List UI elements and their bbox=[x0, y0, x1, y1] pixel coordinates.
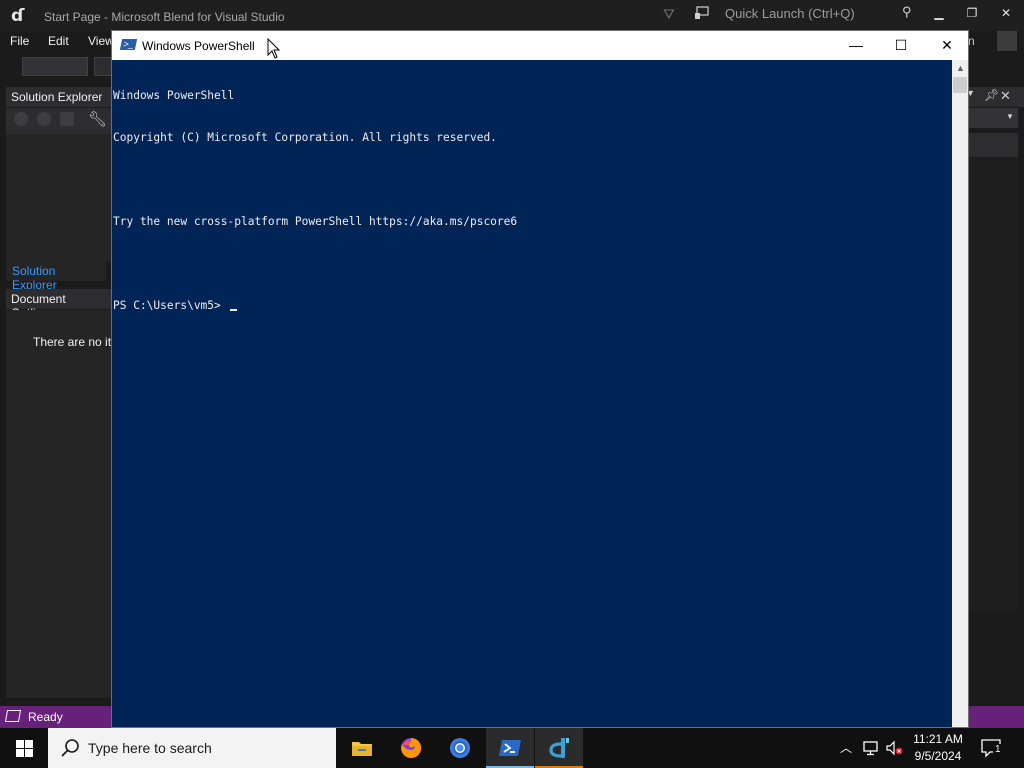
notification-count-badge: 1 bbox=[993, 744, 1003, 755]
chrome-icon bbox=[450, 738, 470, 758]
powershell-icon[interactable]: >_ bbox=[119, 39, 138, 50]
minimize-button[interactable]: — bbox=[833, 35, 879, 57]
network-icon[interactable] bbox=[862, 740, 880, 756]
powershell-window-title: Windows PowerShell bbox=[142, 39, 255, 53]
action-center-button[interactable]: 1 bbox=[980, 738, 1004, 758]
firefox-icon bbox=[401, 737, 422, 758]
restore-button[interactable]: ❐ bbox=[962, 6, 982, 20]
console-line: Copyright (C) Microsoft Corporation. All… bbox=[113, 131, 497, 144]
maximize-button[interactable]: ☐ bbox=[878, 35, 924, 57]
status-ready-icon bbox=[4, 710, 22, 722]
taskbar-file-explorer[interactable] bbox=[338, 728, 386, 768]
back-icon[interactable] bbox=[14, 112, 28, 126]
menu-edit[interactable]: Edit bbox=[48, 34, 69, 48]
windows-logo-icon bbox=[16, 740, 33, 757]
text-cursor bbox=[229, 309, 237, 311]
blend-logo-icon: ɗ bbox=[11, 6, 25, 26]
taskbar-chrome[interactable] bbox=[436, 728, 484, 768]
powershell-icon bbox=[499, 740, 521, 756]
close-icon[interactable]: ✕ bbox=[1000, 88, 1011, 104]
folder-icon bbox=[352, 742, 372, 756]
taskbar-firefox[interactable] bbox=[387, 728, 435, 768]
taskbar-powershell[interactable] bbox=[486, 728, 534, 768]
close-button[interactable]: ✕ bbox=[996, 6, 1016, 20]
scrollbar-thumb[interactable] bbox=[953, 77, 967, 93]
document-outline-header: Document Outline bbox=[6, 289, 112, 320]
configuration-dropdown[interactable] bbox=[22, 57, 88, 76]
powershell-window[interactable]: >_ Windows PowerShell — ☐ ✕ Windows Powe… bbox=[111, 30, 969, 728]
blend-window-title: Start Page - Microsoft Blend for Visual … bbox=[44, 10, 285, 24]
blend-titlebar[interactable]: ɗ Start Page - Microsoft Blend for Visua… bbox=[0, 0, 1024, 31]
console-prompt: PS C:\Users\vm5> bbox=[113, 299, 228, 312]
filter-icon[interactable]: ⛛ bbox=[663, 6, 675, 23]
menu-file[interactable]: File bbox=[10, 34, 29, 48]
forward-icon[interactable] bbox=[37, 112, 51, 126]
scroll-up-arrow-icon[interactable]: ▲ bbox=[956, 63, 965, 73]
status-text: Ready bbox=[28, 710, 63, 724]
mouse-pointer-icon bbox=[267, 38, 281, 59]
home-icon[interactable] bbox=[60, 112, 74, 126]
document-outline-body bbox=[6, 310, 112, 698]
minimize-button[interactable]: ▁ bbox=[929, 6, 949, 20]
console-line: Windows PowerShell bbox=[113, 89, 235, 102]
volume-muted-icon[interactable] bbox=[886, 740, 904, 756]
clock-date[interactable]: 9/5/2024 bbox=[908, 749, 968, 763]
search-placeholder: Type here to search bbox=[88, 740, 212, 756]
pin-icon[interactable]: 📌︎ bbox=[984, 88, 999, 102]
solution-explorer-body bbox=[6, 134, 112, 261]
console-prompt-line[interactable]: PS C:\Users\vm5> bbox=[113, 299, 951, 313]
vertical-scrollbar[interactable]: ▲ bbox=[952, 60, 968, 727]
close-button[interactable]: ✕ bbox=[924, 35, 970, 57]
chevron-down-icon[interactable]: ▼ bbox=[1006, 112, 1014, 121]
powershell-titlebar[interactable]: >_ Windows PowerShell — ☐ ✕ bbox=[112, 31, 968, 60]
console-line: Try the new cross-platform PowerShell ht… bbox=[113, 215, 518, 228]
tab-solution-explorer[interactable]: Solution Explorer bbox=[6, 261, 106, 292]
taskbar: Type here to search ︿ 11:21 AM 9/5/2024 … bbox=[0, 728, 1024, 768]
search-icon bbox=[61, 739, 79, 757]
platform-dropdown[interactable] bbox=[94, 57, 112, 76]
feedback-icon[interactable] bbox=[694, 5, 710, 21]
blend-icon bbox=[549, 738, 569, 758]
clock-time[interactable]: 11:21 AM bbox=[908, 732, 968, 746]
document-outline-empty-message: There are no items to show. bbox=[33, 335, 112, 349]
right-panel-body bbox=[969, 157, 1018, 612]
menu-view[interactable]: View bbox=[88, 34, 114, 48]
powershell-console[interactable]: Windows PowerShell Copyright (C) Microso… bbox=[112, 60, 952, 727]
taskbar-search-box[interactable]: Type here to search bbox=[48, 728, 336, 768]
right-panel-subheader bbox=[969, 133, 1018, 157]
quick-launch-input[interactable]: Quick Launch (Ctrl+Q) bbox=[718, 3, 926, 24]
account-icon[interactable] bbox=[997, 31, 1017, 51]
start-button[interactable] bbox=[0, 728, 48, 768]
solution-explorer-header: Solution Explorer bbox=[6, 87, 112, 107]
taskbar-blend[interactable] bbox=[535, 728, 583, 768]
show-hidden-icons-chevron-icon[interactable]: ︿ bbox=[840, 739, 852, 756]
search-icon[interactable]: ⚲ bbox=[902, 4, 912, 20]
properties-wrench-icon[interactable]: 🔧︎ bbox=[88, 110, 107, 128]
